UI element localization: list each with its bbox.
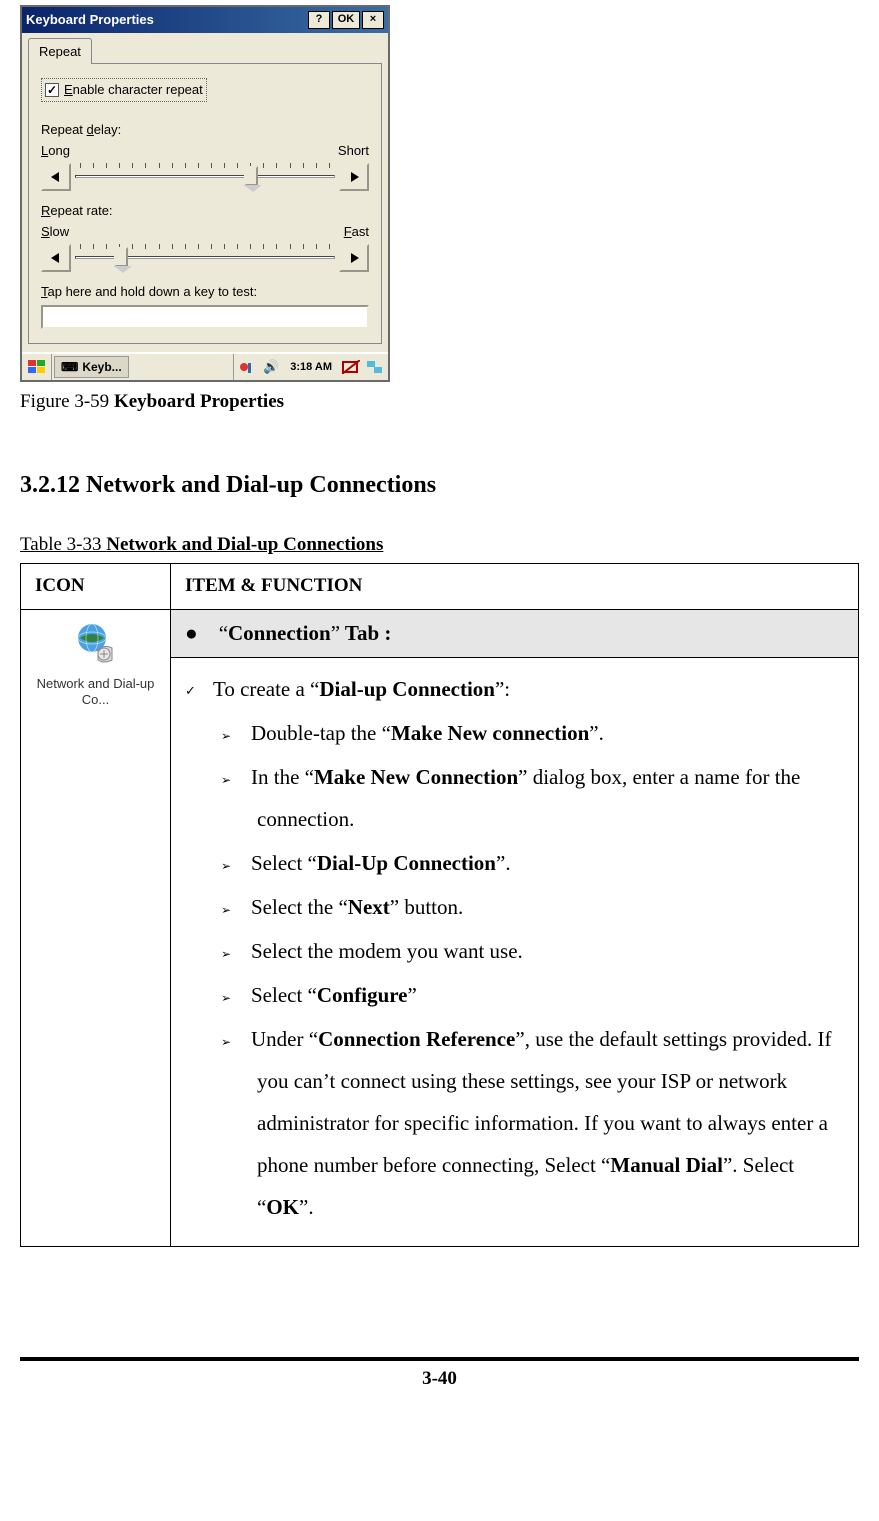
step-4: ➢Select the “Next” button.: [185, 886, 844, 928]
connection-tab-suffix: Tab :: [340, 621, 391, 645]
right-triangle-icon: [349, 172, 359, 182]
checkbox-icon[interactable]: [45, 83, 59, 97]
tray-status-icon[interactable]: [238, 358, 256, 376]
table-header-row: ICON ITEM & FUNCTION: [21, 564, 859, 610]
page-number: 3-40: [20, 1361, 859, 1394]
step-1: ➢Double-tap the “Make New connection”.: [185, 712, 844, 754]
tab-repeat[interactable]: Repeat: [28, 38, 92, 65]
delay-range-labels: Long Short: [41, 141, 369, 161]
section-heading: 3.2.12 Network and Dial-up Connections: [20, 467, 859, 503]
repeat-delay-label: Repeat delay:: [41, 120, 369, 140]
figure-prefix: Figure 3-59: [20, 391, 114, 412]
delay-thumb[interactable]: [244, 166, 258, 186]
system-tray: 🔊 3:18 AM: [233, 354, 388, 380]
delay-ticks: [75, 163, 335, 169]
dialog-titlebar: Keyboard Properties ? OK ×: [22, 7, 388, 33]
rate-track[interactable]: [75, 244, 335, 272]
table-row: Network and Dial-up Co... ● “Connection”…: [21, 609, 859, 1247]
delay-slider: [41, 163, 369, 191]
step-5: ➢Select the modem you want use.: [185, 930, 844, 972]
taskbar-clock: 3:18 AM: [286, 359, 336, 376]
keyboard-icon: ⌨: [61, 358, 78, 376]
taskbar-app-button[interactable]: ⌨ Keyb...: [54, 356, 129, 378]
rate-range-labels: Slow Fast: [41, 222, 369, 242]
step-3: ➢Select “Dial-Up Connection”.: [185, 842, 844, 884]
connections-table: ICON ITEM & FUNCTION Network and Dial-up…: [20, 563, 859, 1247]
delay-right-arrow-button[interactable]: [339, 163, 369, 191]
delay-track[interactable]: [75, 163, 335, 191]
table-caption-title: Network and Dial-up Connections: [106, 534, 383, 555]
figure-caption: Figure 3-59 Keyboard Properties: [20, 388, 859, 417]
titlebar-buttons: ? OK ×: [308, 11, 384, 29]
tray-speaker-icon[interactable]: 🔊: [262, 358, 280, 376]
rate-slow-label: Slow: [41, 222, 69, 242]
connection-tab-row: ● “Connection” Tab :: [171, 610, 858, 659]
col-icon-header: ICON: [21, 564, 171, 610]
close-button[interactable]: ×: [362, 11, 384, 29]
table-caption-prefix: Table 3-33: [20, 534, 106, 555]
help-button[interactable]: ?: [308, 11, 330, 29]
test-label: Tap here and hold down a key to test:: [41, 282, 369, 302]
steps-list: ✓To create a “Dial-up Connection”: ➢Doub…: [171, 658, 858, 1246]
delay-long-label: Long: [41, 141, 70, 161]
enable-repeat-checkbox-row[interactable]: Enable character repeat: [41, 78, 207, 102]
connection-tab-name: Connection: [228, 621, 331, 645]
dialog-title: Keyboard Properties: [26, 10, 308, 30]
tab-bar: Repeat: [22, 35, 388, 64]
tray-network-icon[interactable]: [366, 358, 384, 376]
rate-left-arrow-button[interactable]: [41, 244, 71, 272]
network-connections-icon: [72, 620, 120, 668]
table-caption: Table 3-33 Network and Dial-up Connectio…: [20, 531, 859, 560]
rate-right-arrow-button[interactable]: [339, 244, 369, 272]
taskbar: ⌨ Keyb... 🔊 3:18 AM: [22, 352, 388, 380]
right-triangle-icon: [349, 253, 359, 263]
test-input[interactable]: [41, 305, 369, 329]
step-6: ➢Select “Configure”: [185, 974, 844, 1016]
tab-panel: Enable character repeat Repeat delay: Lo…: [28, 63, 382, 344]
delay-short-label: Short: [338, 141, 369, 161]
icon-cell: Network and Dial-up Co...: [21, 609, 171, 1247]
icon-label: Network and Dial-up Co...: [26, 676, 165, 710]
step-intro: ✓To create a “Dial-up Connection”:: [185, 668, 844, 710]
col-item-header: ITEM & FUNCTION: [171, 564, 859, 610]
rate-fast-label: Fast: [344, 222, 369, 242]
rate-thumb[interactable]: [114, 247, 128, 267]
step-2: ➢In the “Make New Connection” dialog box…: [185, 756, 844, 840]
keyboard-properties-dialog: Keyboard Properties ? OK × Repeat Enable…: [20, 5, 390, 382]
tray-battery-icon[interactable]: [342, 358, 360, 376]
repeat-rate-label: Repeat rate:: [41, 201, 369, 221]
taskbar-app-label: Keyb...: [82, 358, 121, 376]
left-triangle-icon: [51, 172, 61, 182]
enable-repeat-label: Enable character repeat: [64, 80, 203, 100]
start-button[interactable]: [22, 354, 52, 380]
function-cell: ● “Connection” Tab : ✓To create a “Dial-…: [171, 609, 859, 1247]
delay-left-arrow-button[interactable]: [41, 163, 71, 191]
left-triangle-icon: [51, 253, 61, 263]
ok-button[interactable]: OK: [332, 11, 360, 29]
step-7: ➢Under “Connection Reference”, use the d…: [185, 1018, 844, 1228]
rate-slider: [41, 244, 369, 272]
figure-title: Keyboard Properties: [114, 391, 284, 412]
windows-flag-icon: [28, 360, 46, 374]
